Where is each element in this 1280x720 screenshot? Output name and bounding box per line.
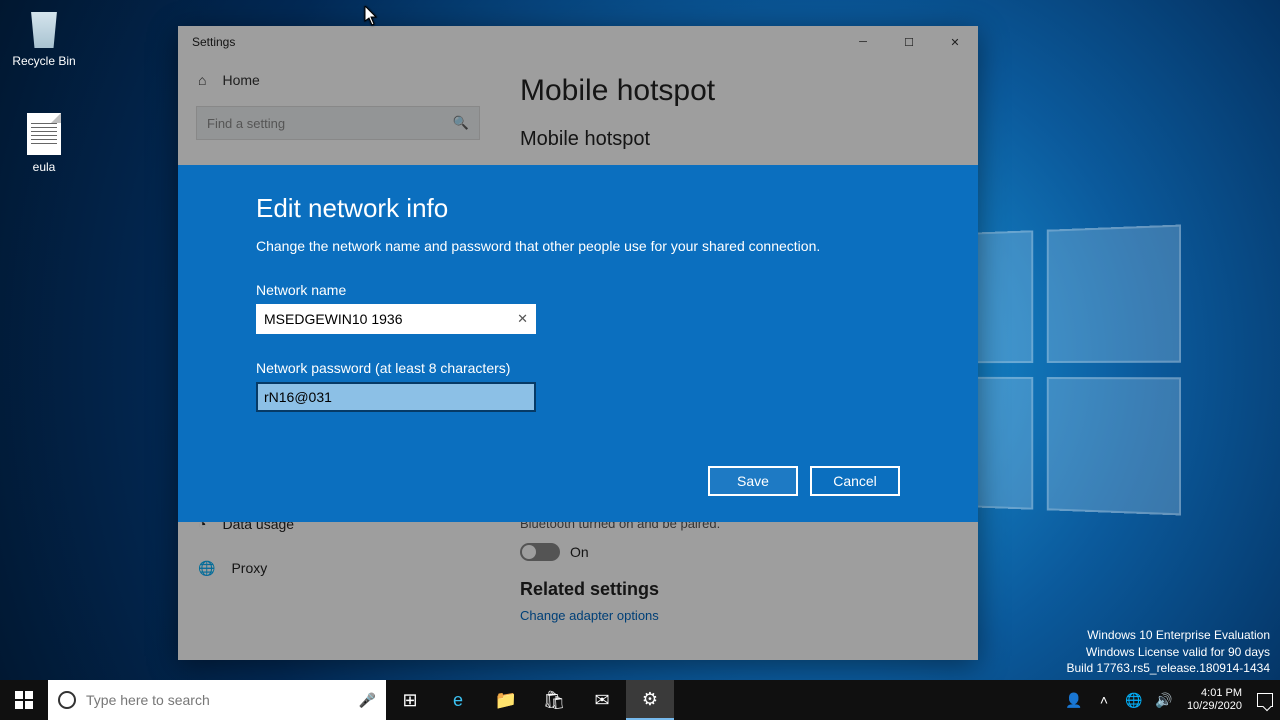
input-value: MSEDGEWIN10 1936 [264, 311, 403, 327]
taskbar: Type here to search 🎤 ⊞ e 📁 🛍 ✉ ⚙ 👤 ˄ 🌐 … [0, 680, 1280, 720]
taskbar-file-explorer[interactable]: 📁 [482, 680, 530, 720]
windows-watermark: Windows 10 Enterprise Evaluation Windows… [1067, 627, 1271, 676]
task-view-button[interactable]: ⊞ [386, 680, 434, 720]
network-password-input[interactable]: rN16@031 [256, 382, 536, 412]
tray-people-icon[interactable]: 👤 [1059, 680, 1089, 720]
input-value: rN16@031 [264, 389, 332, 405]
taskbar-search[interactable]: Type here to search 🎤 [48, 680, 386, 720]
dialog-description: Change the network name and password tha… [256, 238, 900, 254]
taskbar-settings[interactable]: ⚙ [626, 680, 674, 720]
cancel-button[interactable]: Cancel [810, 466, 900, 496]
taskbar-edge[interactable]: e [434, 680, 482, 720]
watermark-line: Build 17763.rs5_release.180914-1434 [1067, 660, 1271, 676]
start-button[interactable] [0, 680, 48, 720]
save-button[interactable]: Save [708, 466, 798, 496]
watermark-line: Windows 10 Enterprise Evaluation [1067, 627, 1271, 643]
windows-icon [15, 691, 33, 709]
network-name-input[interactable]: MSEDGEWIN10 1936 ✕ [256, 304, 536, 334]
action-center-icon[interactable] [1250, 680, 1280, 720]
edit-network-info-dialog: Edit network info Change the network nam… [178, 165, 978, 522]
clock-time: 4:01 PM [1187, 687, 1242, 700]
network-name-label: Network name [256, 282, 900, 298]
watermark-line: Windows License valid for 90 days [1067, 644, 1271, 660]
clock-date: 10/29/2020 [1187, 700, 1242, 713]
desktop-icon-eula[interactable]: eula [6, 112, 82, 174]
search-placeholder-text: Type here to search [86, 692, 210, 708]
cortana-icon [58, 691, 76, 709]
network-password-label: Network password (at least 8 characters) [256, 360, 900, 376]
desktop-icon-label: eula [6, 160, 82, 174]
recycle-bin-icon [22, 6, 66, 50]
taskbar-store[interactable]: 🛍 [530, 680, 578, 720]
desktop-icon-label: Recycle Bin [6, 54, 82, 68]
taskbar-clock[interactable]: 4:01 PM 10/29/2020 [1179, 687, 1250, 712]
tray-chevron-up-icon[interactable]: ˄ [1089, 680, 1119, 720]
dialog-title: Edit network info [256, 193, 900, 224]
tray-volume-icon[interactable]: 🔊 [1149, 680, 1179, 720]
tray-network-icon[interactable]: 🌐 [1119, 680, 1149, 720]
clear-input-icon[interactable]: ✕ [517, 311, 528, 327]
document-icon [22, 112, 66, 156]
system-tray: 👤 ˄ 🌐 🔊 4:01 PM 10/29/2020 [1059, 680, 1280, 720]
mouse-cursor [364, 6, 378, 26]
taskbar-mail[interactable]: ✉ [578, 680, 626, 720]
desktop-icon-recycle-bin[interactable]: Recycle Bin [6, 6, 82, 68]
microphone-icon: 🎤 [359, 692, 376, 709]
taskbar-apps: ⊞ e 📁 🛍 ✉ ⚙ [386, 680, 674, 720]
